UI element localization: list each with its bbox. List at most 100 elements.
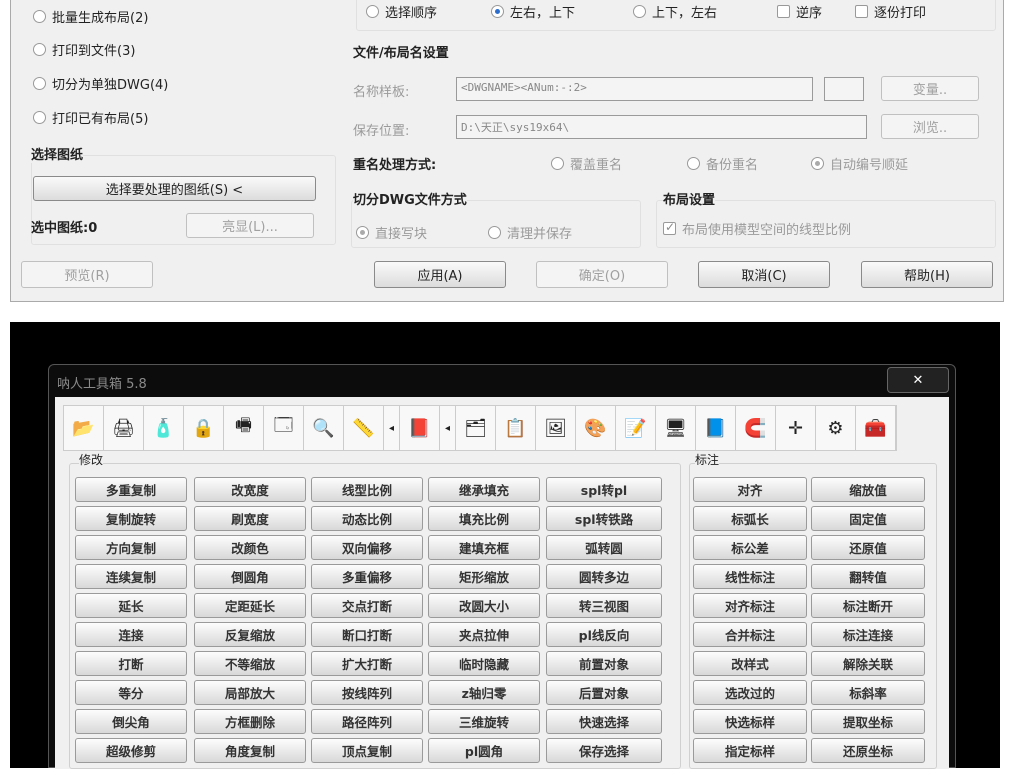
- modify-tool-button[interactable]: pl线反向: [546, 622, 662, 647]
- modify-tool-button[interactable]: 方框删除: [194, 709, 306, 734]
- dimension-tool-button[interactable]: 指定标样: [693, 738, 807, 763]
- dimension-tool-button[interactable]: 翻转值: [811, 564, 925, 589]
- order-radio[interactable]: 上下，左右: [633, 2, 717, 21]
- modify-tool-button[interactable]: 连续复制: [75, 564, 187, 589]
- dimension-tool-button[interactable]: 线性标注: [693, 564, 807, 589]
- copy-block-icon[interactable]: 📋: [496, 406, 536, 450]
- image-icon[interactable]: 🖼: [536, 406, 576, 450]
- dimension-tool-button[interactable]: 标弧长: [693, 506, 807, 531]
- modify-tool-button[interactable]: 路径阵列: [311, 709, 423, 734]
- modify-tool-button[interactable]: 方向复制: [75, 535, 187, 560]
- modify-tool-button[interactable]: 反复缩放: [194, 622, 306, 647]
- lock-icon[interactable]: 🔒: [184, 406, 224, 450]
- apply-button[interactable]: 应用(A): [374, 261, 506, 288]
- modify-tool-button[interactable]: 多重复制: [75, 477, 187, 502]
- modify-tool-button[interactable]: spl转铁路: [546, 506, 662, 531]
- modify-tool-button[interactable]: 夹点拉伸: [428, 622, 540, 647]
- modify-tool-button[interactable]: 倒圆角: [194, 564, 306, 589]
- modify-tool-button[interactable]: 等分: [75, 680, 187, 705]
- modify-tool-button[interactable]: 圆转多边: [546, 564, 662, 589]
- scanner-icon[interactable]: 🖷: [224, 406, 264, 450]
- order-radio[interactable]: 选择顺序: [366, 2, 437, 21]
- mode-radio[interactable]: 批量生成布局(2): [33, 7, 148, 26]
- dimension-tool-button[interactable]: 合并标注: [693, 622, 807, 647]
- layers-icon[interactable]: 🗂: [456, 406, 496, 450]
- split-radio[interactable]: 直接写块: [356, 223, 427, 242]
- modify-tool-button[interactable]: 按线阵列: [311, 680, 423, 705]
- variable-button[interactable]: 变量..: [881, 76, 979, 101]
- dimension-tool-button[interactable]: 对齐: [693, 477, 807, 502]
- dimension-tool-button[interactable]: 固定值: [811, 506, 925, 531]
- gear-icon[interactable]: ⚙: [816, 406, 856, 450]
- modify-tool-button[interactable]: 改宽度: [194, 477, 306, 502]
- mode-radio[interactable]: 打印到文件(3): [33, 40, 135, 59]
- modify-tool-button[interactable]: 弧转圆: [546, 535, 662, 560]
- split-radio[interactable]: 清理并保存: [488, 223, 572, 242]
- dimension-tool-button[interactable]: 提取坐标: [811, 709, 925, 734]
- modify-tool-button[interactable]: 顶点复制: [311, 738, 423, 763]
- dimension-tool-button[interactable]: 选改过的: [693, 680, 807, 705]
- modify-tool-button[interactable]: 交点打断: [311, 593, 423, 618]
- modify-tool-button[interactable]: pl圆角: [428, 738, 540, 763]
- modify-tool-button[interactable]: 快速选择: [546, 709, 662, 734]
- 3d-box-icon[interactable]: 📘: [696, 406, 736, 450]
- modify-tool-button[interactable]: 填充比例: [428, 506, 540, 531]
- ruler-icon[interactable]: 📏: [344, 406, 384, 450]
- modify-tool-button[interactable]: z轴归零: [428, 680, 540, 705]
- search-icon[interactable]: 🔍: [304, 406, 344, 450]
- modify-tool-button[interactable]: 局部放大: [194, 680, 306, 705]
- select-sheets-button[interactable]: 选择要处理的图纸(S) <: [33, 176, 316, 201]
- modify-tool-button[interactable]: spl转pl: [546, 477, 662, 502]
- modify-tool-button[interactable]: 矩形缩放: [428, 564, 540, 589]
- modify-tool-button[interactable]: 三维旋转: [428, 709, 540, 734]
- modify-tool-button[interactable]: 超级修剪: [75, 738, 187, 763]
- browse-button[interactable]: 浏览..: [881, 114, 979, 139]
- modify-tool-button[interactable]: 保存选择: [546, 738, 662, 763]
- help-button[interactable]: 帮助(H): [861, 261, 993, 288]
- dimension-tool-button[interactable]: 标注断开: [811, 593, 925, 618]
- modify-tool-button[interactable]: 定距延长: [194, 593, 306, 618]
- mode-radio[interactable]: 切分为单独DWG(4): [33, 74, 168, 93]
- dimension-tool-button[interactable]: 缩放值: [811, 477, 925, 502]
- folder-open-icon[interactable]: 📂: [64, 406, 104, 450]
- cancel-button[interactable]: 取消(C): [698, 261, 830, 288]
- preview-button[interactable]: 预览(R): [21, 261, 153, 288]
- modify-tool-button[interactable]: 断口打断: [311, 622, 423, 647]
- modify-tool-button[interactable]: 线型比例: [311, 477, 423, 502]
- dimension-tool-button[interactable]: 快选标样: [693, 709, 807, 734]
- name-template-input[interactable]: <DWGNAME><ANum:-:2>: [456, 77, 813, 101]
- rename-radio[interactable]: 覆盖重名: [551, 154, 622, 173]
- paint-bucket-icon[interactable]: 🧴: [144, 406, 184, 450]
- order-radio[interactable]: 左右，上下: [491, 2, 575, 21]
- dimension-tool-button[interactable]: 还原坐标: [811, 738, 925, 763]
- modify-tool-button[interactable]: 临时隐藏: [428, 651, 540, 676]
- modify-tool-button[interactable]: 复制旋转: [75, 506, 187, 531]
- rename-radio[interactable]: 自动编号顺延: [811, 154, 908, 173]
- crosshair-icon[interactable]: ✛: [776, 406, 816, 450]
- dimension-tool-button[interactable]: 还原值: [811, 535, 925, 560]
- layout-linetype-checkbox[interactable]: 布局使用模型空间的线型比例: [663, 219, 851, 238]
- dimension-tool-button[interactable]: 标注连接: [811, 622, 925, 647]
- modify-tool-button[interactable]: 扩大打断: [311, 651, 423, 676]
- modify-tool-button[interactable]: 后置对象: [546, 680, 662, 705]
- dimension-tool-button[interactable]: 标斜率: [811, 680, 925, 705]
- rename-radio[interactable]: 备份重名: [687, 154, 758, 173]
- edit-document-icon[interactable]: 📝: [616, 406, 656, 450]
- modify-tool-button[interactable]: 刷宽度: [194, 506, 306, 531]
- ok-button[interactable]: 确定(O): [536, 261, 668, 288]
- dimension-tool-button[interactable]: 解除关联: [811, 651, 925, 676]
- printer-icon[interactable]: 🖨: [104, 406, 144, 450]
- modify-tool-button[interactable]: 延长: [75, 593, 187, 618]
- book-icon[interactable]: 📕: [400, 406, 440, 450]
- window-icon[interactable]: 🗔: [264, 406, 304, 450]
- modify-tool-button[interactable]: 多重偏移: [311, 564, 423, 589]
- monitor-icon[interactable]: 🖥: [656, 406, 696, 450]
- modify-tool-button[interactable]: 倒尖角: [75, 709, 187, 734]
- modify-tool-button[interactable]: 建填充框: [428, 535, 540, 560]
- collate-checkbox[interactable]: 逐份打印: [855, 2, 926, 21]
- save-location-input[interactable]: D:\天正\sys19x64\: [456, 115, 867, 139]
- color-grid-icon[interactable]: 🎨: [576, 406, 616, 450]
- reverse-checkbox[interactable]: 逆序: [777, 2, 822, 21]
- modify-tool-button[interactable]: 打断: [75, 651, 187, 676]
- modify-tool-button[interactable]: 连接: [75, 622, 187, 647]
